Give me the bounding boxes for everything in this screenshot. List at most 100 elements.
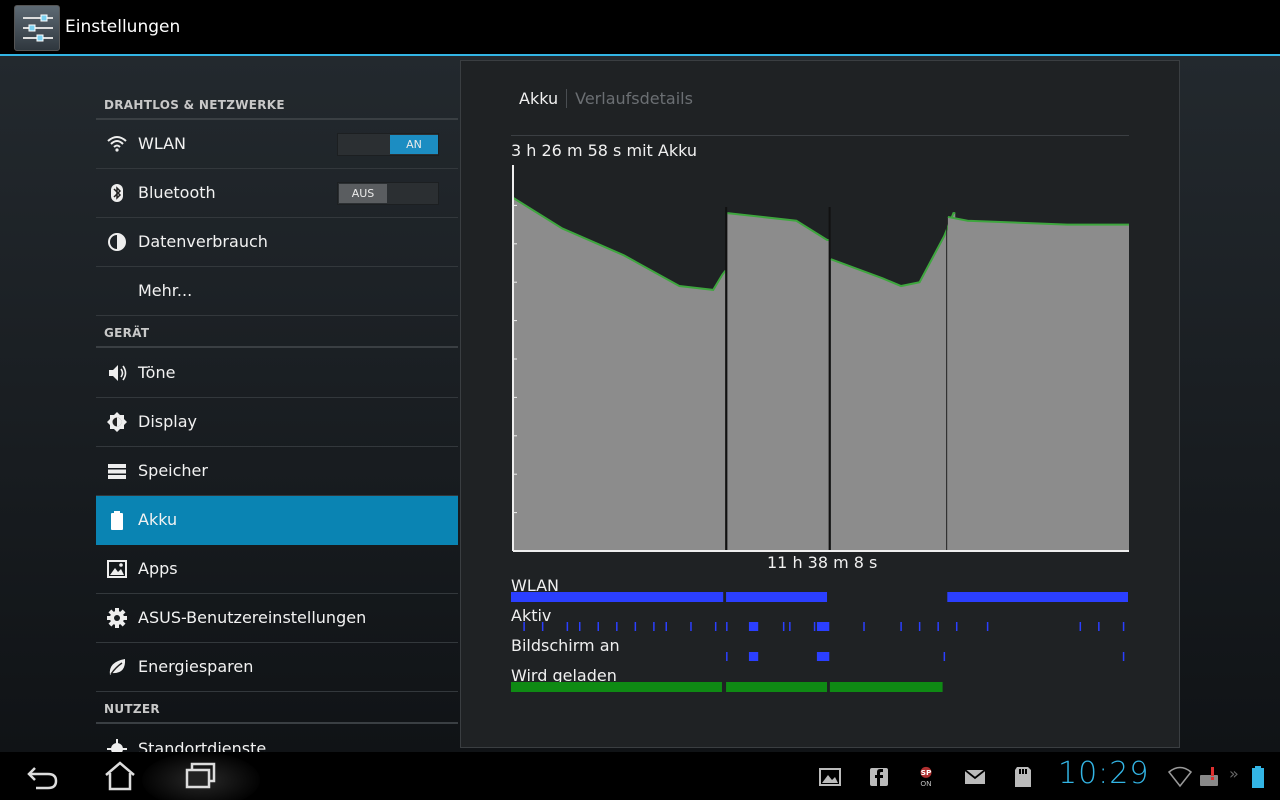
section-header-wireless: DRAHTLOS & NETZWERKE (96, 84, 458, 120)
brightness-icon (107, 412, 127, 432)
lane-block (748, 622, 759, 631)
toggle-state: AN (390, 135, 438, 154)
sidebar-item-apps[interactable]: Apps (96, 545, 458, 594)
sidebar-item-bluetooth[interactable]: Bluetooth AUS (96, 169, 458, 218)
battery-area-segment-0 (513, 197, 726, 551)
lane-tick (566, 622, 569, 631)
bluetooth-toggle[interactable]: AUS (337, 182, 439, 205)
battery-icon (111, 511, 123, 530)
system-bar: SP ON 10:29 » (0, 752, 1280, 800)
lane-tick (1098, 622, 1100, 631)
lane-interval (829, 682, 943, 692)
lane-tick (918, 622, 921, 631)
location-icon (107, 739, 127, 752)
sidebar-item-data-usage[interactable]: Datenverbrauch (96, 218, 458, 267)
sidebar-item-location[interactable]: Standortdienste (96, 725, 458, 752)
lane-tick (714, 622, 717, 631)
sidebar-item-label: Mehr... (138, 281, 193, 300)
back-icon[interactable] (22, 758, 62, 794)
lane-tick (1079, 622, 1082, 631)
apps-icon (107, 560, 127, 578)
lane-tick (789, 622, 791, 631)
lane-tick (900, 622, 902, 631)
sidebar-item-battery[interactable]: Akku (96, 496, 458, 545)
lane-block (748, 652, 759, 661)
lane-interval (947, 592, 1128, 602)
battery-area-segment-1 (727, 213, 830, 551)
sliders-icon (23, 14, 53, 42)
sidebar-item-label: WLAN (138, 134, 187, 153)
lane-tick (578, 622, 581, 631)
tab-history-details[interactable]: Verlaufsdetails (567, 89, 693, 108)
sd-card-icon[interactable] (1011, 765, 1035, 789)
lane-tick (955, 622, 958, 631)
sidebar-item-label: Akku (138, 510, 178, 529)
battery-status-icon[interactable] (1246, 765, 1270, 789)
sidebar-item-label: Speicher (138, 461, 208, 480)
section-header-device: GERÄT (96, 312, 458, 348)
lane-tick (634, 622, 637, 631)
sidebar-item-label: Display (138, 412, 197, 431)
toggle-state: AUS (339, 184, 387, 203)
lane-tick (782, 622, 785, 631)
lane-tick (597, 622, 600, 631)
settings-list: DRAHTLOS & NETZWERKE WLAN AN Bluetooth A… (96, 56, 458, 752)
lane-tick (1122, 652, 1125, 661)
svg-text:SP: SP (921, 768, 932, 777)
bluetooth-icon (111, 184, 123, 202)
sp-on-icon[interactable]: SP ON (914, 765, 938, 789)
section-header-user: NUTZER (96, 688, 458, 724)
sidebar-item-label: Bluetooth (138, 183, 216, 202)
lane-tick (863, 622, 865, 631)
battery-graph (512, 165, 1129, 552)
sidebar-item-wlan[interactable]: WLAN AN (96, 120, 458, 169)
sidebar-item-sounds[interactable]: Töne (96, 349, 458, 398)
recent-apps-icon[interactable] (181, 758, 221, 794)
sidebar-item-asus-settings[interactable]: ASUS-Benutzereinstellungen (96, 594, 458, 643)
data-usage-icon (108, 233, 126, 251)
content-area: DRAHTLOS & NETZWERKE WLAN AN Bluetooth A… (0, 56, 1280, 752)
lane-tick (523, 622, 525, 631)
lane-tick (541, 622, 544, 631)
panel-tabs: Akku Verlaufsdetails (519, 89, 693, 113)
battery-area-segment-3 (947, 216, 1129, 552)
home-icon[interactable] (100, 758, 140, 794)
lane-tick (937, 622, 939, 631)
lane-tick (726, 622, 728, 631)
battery-area-segment-2 (830, 213, 956, 551)
usage-lanes (511, 592, 1128, 692)
lane-tick (813, 622, 816, 631)
settings-app-icon[interactable] (14, 5, 60, 51)
sidebar-item-label: Töne (138, 363, 176, 382)
sidebar-item-storage[interactable]: Speicher (96, 447, 458, 496)
lane-block (816, 622, 830, 631)
lane-tick (653, 622, 655, 631)
wlan-toggle[interactable]: AN (337, 133, 439, 156)
lane-interval (511, 592, 724, 602)
lane-block (816, 652, 830, 661)
gear-icon (107, 608, 127, 628)
clock[interactable]: 10:29 (1058, 756, 1149, 791)
battery-detail-panel: Akku Verlaufsdetails 3 h 26 m 58 s mit Ak… (460, 60, 1180, 748)
lane-interval (726, 682, 828, 692)
sidebar-item-label: Energiesparen (138, 657, 254, 676)
sidebar-item-label: Standortdienste (138, 739, 267, 752)
tab-battery[interactable]: Akku (519, 89, 568, 108)
lane-tick (690, 622, 692, 631)
sidebar-item-power-saving[interactable]: Energiesparen (96, 643, 458, 692)
gallery-icon[interactable] (818, 765, 842, 789)
facebook-icon[interactable] (867, 765, 891, 789)
sidebar-item-label: Datenverbrauch (138, 232, 268, 251)
app-title: Einstellungen (65, 17, 181, 37)
graph-title: 3 h 26 m 58 s mit Akku (511, 141, 697, 160)
wifi-status-icon[interactable] (1168, 765, 1192, 789)
sidebar-item-more[interactable]: Mehr... (96, 267, 458, 316)
mail-icon[interactable] (963, 765, 987, 789)
lane-tick (665, 622, 667, 631)
lane-interval (511, 682, 722, 692)
storage-icon (108, 464, 126, 479)
keyboard-alert-icon[interactable] (1199, 765, 1223, 789)
tab-divider (511, 135, 1129, 136)
sidebar-item-display[interactable]: Display (96, 398, 458, 447)
graph-x-label: 11 h 38 m 8 s (767, 553, 878, 572)
